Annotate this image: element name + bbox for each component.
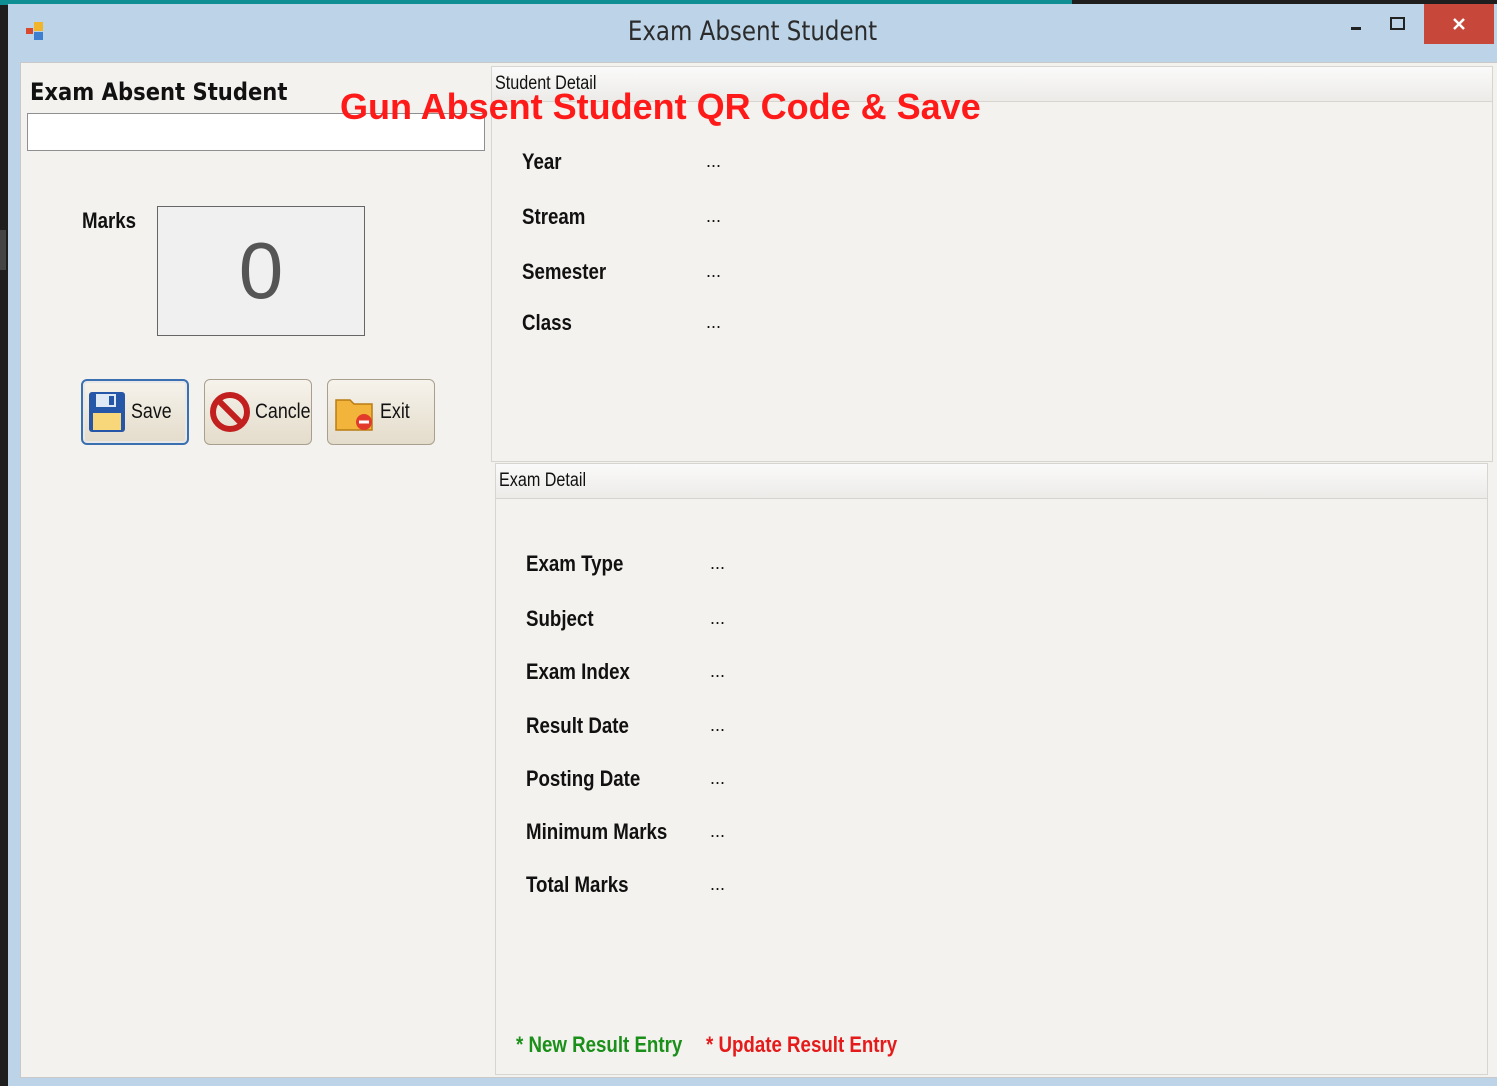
window-title: Exam Absent Student (627, 16, 878, 47)
no-entry-icon (210, 392, 250, 432)
exam-type-label: Exam Type (526, 551, 624, 576)
class-label: Class (522, 310, 572, 335)
detail-row-class: Class ... (522, 310, 721, 336)
total-marks-label: Total Marks (526, 872, 629, 897)
exam-row-minimum-marks: Minimum Marks ... (526, 819, 725, 845)
exam-row-result-date: Result Date ... (526, 713, 725, 739)
posting-date-label: Posting Date (526, 766, 641, 791)
semester-label: Semester (522, 259, 607, 284)
exam-detail-group: Exam Detail Exam Type ... Subject ... Ex… (495, 463, 1488, 1075)
marks-display: 0 (157, 206, 365, 336)
legend-new-entry: * New Result Entry (516, 1032, 683, 1057)
panel-title: Exam Absent Student (30, 78, 288, 106)
total-marks-value: ... (710, 874, 726, 894)
app-window: Exam Absent Student Exam Absent Student … (8, 4, 1497, 1086)
subject-label: Subject (526, 606, 594, 631)
title-bar[interactable]: Exam Absent Student (8, 4, 1497, 58)
exit-label: Exit (380, 400, 410, 423)
left-panel: Exam Absent Student Marks 0 Save Cancle (24, 66, 492, 1074)
legend: * New Result Entry * Update Result Entry (516, 1032, 897, 1058)
legend-update-entry: * Update Result Entry (706, 1032, 898, 1057)
minimize-icon (1351, 27, 1361, 30)
exam-row-type: Exam Type ... (526, 551, 725, 577)
folder-exit-icon (335, 399, 373, 431)
year-label: Year (522, 149, 562, 174)
exam-type-value: ... (710, 553, 726, 573)
class-value: ... (706, 312, 722, 332)
close-icon (1453, 18, 1465, 30)
stream-value: ... (706, 206, 722, 226)
client-area: Exam Absent Student Marks 0 Save Cancle (20, 62, 1497, 1078)
stream-label: Stream (522, 204, 586, 229)
cancel-button[interactable]: Cancle (204, 379, 312, 445)
minimum-marks-value: ... (710, 821, 726, 841)
result-date-label: Result Date (526, 713, 629, 738)
exit-button[interactable]: Exit (327, 379, 435, 445)
save-button[interactable]: Save (81, 379, 189, 445)
app-icon (26, 22, 43, 40)
subject-value: ... (710, 608, 726, 628)
result-date-value: ... (710, 715, 726, 735)
minimize-button[interactable] (1338, 4, 1374, 44)
exam-index-value: ... (710, 661, 726, 681)
floppy-disk-icon (89, 392, 125, 432)
exam-row-index: Exam Index ... (526, 659, 725, 685)
exam-index-label: Exam Index (526, 659, 630, 684)
exam-detail-header: Exam Detail (496, 464, 1487, 499)
exam-row-subject: Subject ... (526, 606, 725, 632)
minimum-marks-label: Minimum Marks (526, 819, 668, 844)
close-button[interactable] (1424, 4, 1494, 44)
detail-row-stream: Stream ... (522, 204, 721, 230)
maximize-button[interactable] (1376, 4, 1420, 44)
maximize-icon (1390, 17, 1405, 30)
exam-row-total-marks: Total Marks ... (526, 872, 725, 898)
detail-row-year: Year ... (522, 149, 721, 175)
cancel-label: Cancle (255, 400, 311, 423)
posting-date-value: ... (710, 768, 726, 788)
background-edge (0, 230, 6, 270)
marks-label: Marks (82, 208, 137, 233)
semester-value: ... (706, 261, 722, 281)
year-value: ... (706, 151, 722, 171)
detail-row-semester: Semester ... (522, 259, 721, 285)
overlay-caption: Gun Absent Student QR Code & Save (340, 86, 981, 127)
exam-detail-title: Exam Detail (499, 470, 587, 491)
exam-row-posting-date: Posting Date ... (526, 766, 725, 792)
save-label: Save (131, 400, 172, 423)
